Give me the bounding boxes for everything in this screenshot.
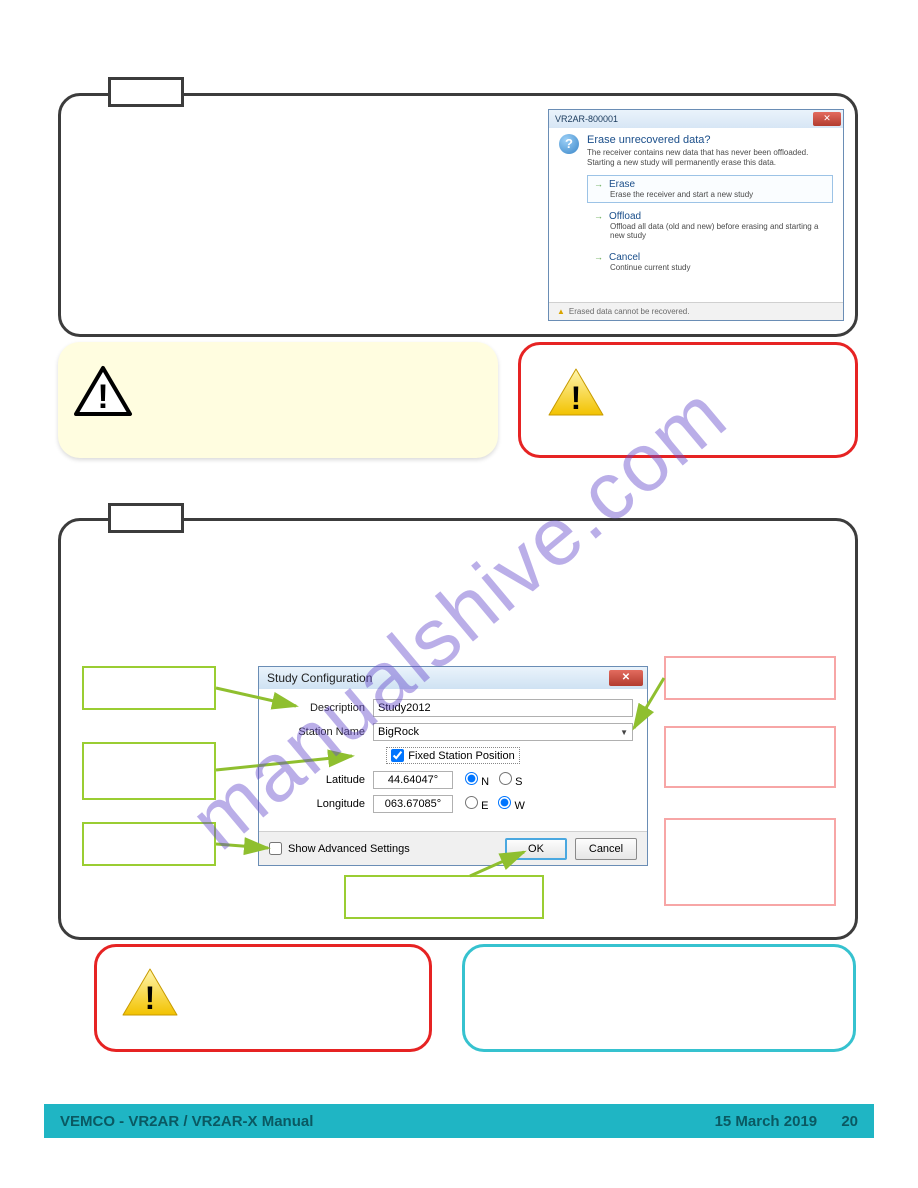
erase-question-body: The receiver contains new data that has … bbox=[587, 148, 833, 167]
warning-triangle-outline-icon: ! bbox=[72, 364, 134, 420]
description-input[interactable] bbox=[373, 699, 633, 717]
fixed-position-label: Fixed Station Position bbox=[408, 750, 514, 762]
cancel-option-desc: Continue current study bbox=[610, 263, 826, 272]
latitude-label: Latitude bbox=[273, 774, 365, 786]
callout-green-bottom bbox=[344, 875, 544, 919]
latitude-input[interactable] bbox=[373, 771, 453, 789]
study-config-titlebar: Study Configuration ✕ bbox=[259, 667, 647, 689]
close-icon[interactable]: ✕ bbox=[813, 112, 841, 126]
callout-green-3 bbox=[82, 822, 216, 866]
caution-yellow-box: ! bbox=[58, 342, 498, 458]
advanced-settings-label: Show Advanced Settings bbox=[288, 843, 410, 855]
caution-red-box-top: ! bbox=[518, 342, 858, 458]
erase-dialog: VR2AR-800001 ✕ ? Erase unrecovered data?… bbox=[548, 109, 844, 321]
fixed-position-checkbox[interactable] bbox=[391, 749, 404, 762]
cancel-option[interactable]: → Cancel Continue current study bbox=[587, 248, 833, 276]
cancel-option-title: Cancel bbox=[609, 252, 640, 263]
study-config-title: Study Configuration bbox=[267, 671, 372, 685]
lon-e-label: E bbox=[481, 800, 488, 812]
close-icon[interactable]: ✕ bbox=[609, 670, 643, 686]
station-name-value: BigRock bbox=[378, 726, 419, 738]
station-name-label: Station Name bbox=[273, 726, 365, 738]
lat-n-label: N bbox=[481, 776, 489, 788]
station-name-combo[interactable]: BigRock ▼ bbox=[373, 723, 633, 741]
erase-option-desc: Erase the receiver and start a new study bbox=[610, 190, 826, 199]
question-icon: ? bbox=[559, 134, 579, 154]
lon-e-radio[interactable] bbox=[465, 796, 478, 809]
offload-option-desc: Offload all data (old and new) before er… bbox=[610, 222, 826, 240]
callout-pink-3 bbox=[664, 818, 836, 906]
ok-button[interactable]: OK bbox=[505, 838, 567, 860]
svg-text:!: ! bbox=[571, 380, 582, 416]
footer-page-number: 20 bbox=[841, 1113, 858, 1130]
erase-dialog-titlebar: VR2AR-800001 ✕ bbox=[549, 110, 843, 128]
svg-text:!: ! bbox=[145, 980, 156, 1016]
lon-w-label: W bbox=[514, 800, 524, 812]
erase-dialog-footer: ▲ Erased data cannot be recovered. bbox=[549, 302, 843, 320]
lat-s-label: S bbox=[515, 776, 522, 788]
longitude-input[interactable] bbox=[373, 795, 453, 813]
erase-option[interactable]: → Erase Erase the receiver and start a ne… bbox=[587, 175, 833, 203]
longitude-label: Longitude bbox=[273, 798, 365, 810]
callout-pink-2 bbox=[664, 726, 836, 788]
callout-green-2 bbox=[82, 742, 216, 800]
chevron-down-icon: ▼ bbox=[620, 728, 628, 737]
callout-teal-box bbox=[462, 944, 856, 1052]
erase-dialog-title: VR2AR-800001 bbox=[555, 114, 618, 124]
description-label: Description bbox=[273, 702, 365, 714]
warning-triangle-glossy-icon: ! bbox=[545, 365, 607, 421]
arrow-icon: → bbox=[594, 211, 603, 221]
step-tab-top bbox=[108, 77, 184, 107]
erase-question-title: Erase unrecovered data? bbox=[587, 134, 833, 146]
advanced-settings-checkbox[interactable] bbox=[269, 842, 282, 855]
warning-icon: ▲ bbox=[557, 307, 565, 316]
erase-footer-text: Erased data cannot be recovered. bbox=[569, 307, 690, 316]
footer-date: 15 March 2019 bbox=[715, 1113, 818, 1130]
page-footer: VEMCO - VR2AR / VR2AR-X Manual 15 March … bbox=[44, 1104, 874, 1138]
callout-pink-1 bbox=[664, 656, 836, 700]
warning-triangle-glossy-icon: ! bbox=[119, 965, 181, 1021]
cancel-button[interactable]: Cancel bbox=[575, 838, 637, 860]
lat-s-radio[interactable] bbox=[499, 772, 512, 785]
caution-red-box-bottom: ! bbox=[94, 944, 432, 1052]
svg-text:!: ! bbox=[97, 378, 108, 416]
step-tab-bottom bbox=[108, 503, 184, 533]
callout-green-1 bbox=[82, 666, 216, 710]
footer-title: VEMCO - VR2AR / VR2AR-X Manual bbox=[60, 1113, 313, 1130]
study-config-dialog: Study Configuration ✕ Description Statio… bbox=[258, 666, 648, 866]
erase-option-title: Erase bbox=[609, 179, 635, 190]
offload-option-title: Offload bbox=[609, 211, 641, 222]
arrow-icon: → bbox=[594, 179, 603, 189]
lat-n-radio[interactable] bbox=[465, 772, 478, 785]
lon-w-radio[interactable] bbox=[498, 796, 511, 809]
arrow-icon: → bbox=[594, 252, 603, 262]
offload-option[interactable]: → Offload Offload all data (old and new) … bbox=[587, 207, 833, 244]
